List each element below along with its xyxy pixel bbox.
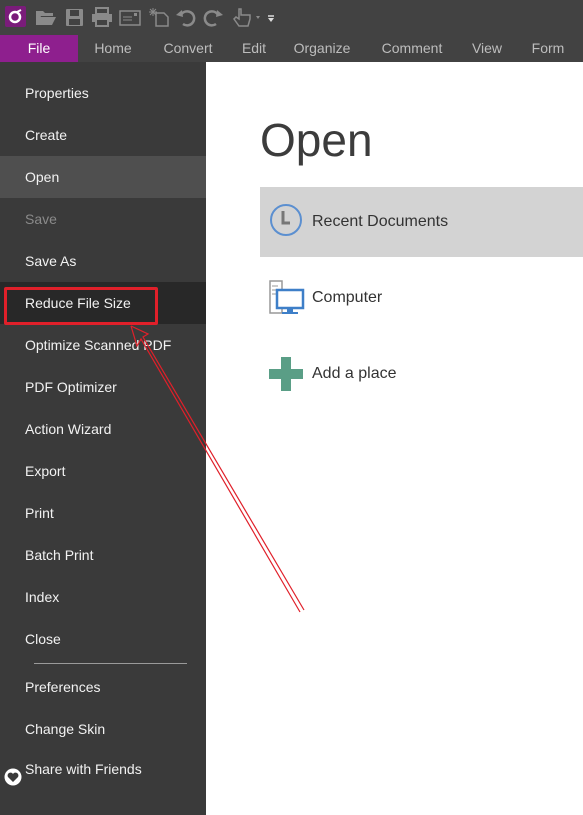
place-label: Add a place (312, 365, 397, 382)
sidebar-item-properties[interactable]: Properties (0, 72, 206, 114)
share-label: Share with Friends (25, 761, 142, 777)
title-bar: File Home Convert Edit Organize Comment … (0, 0, 583, 62)
save-icon[interactable] (64, 7, 86, 27)
sidebar-item-close[interactable]: Close (0, 618, 206, 660)
app-logo-icon[interactable] (5, 6, 26, 27)
sidebar-item-print[interactable]: Print (0, 492, 206, 534)
sidebar-item-create[interactable]: Create (0, 114, 206, 156)
tab-view[interactable]: View (467, 35, 507, 62)
print-icon[interactable] (91, 7, 113, 27)
undo-icon[interactable] (175, 7, 197, 27)
sidebar-divider (34, 663, 187, 664)
annotation-highlight-box (4, 287, 158, 325)
quick-access-toolbar (0, 0, 583, 34)
place-label: Computer (312, 289, 383, 306)
place-label: Recent Documents (312, 213, 449, 230)
place-computer[interactable]: Computer (260, 263, 583, 333)
page-title: Open (260, 114, 373, 166)
heart-icon (4, 760, 22, 786)
redo-icon[interactable] (202, 7, 224, 27)
tab-comment[interactable]: Comment (374, 35, 450, 62)
email-icon[interactable] (119, 7, 141, 27)
sidebar-item-preferences[interactable]: Preferences (0, 666, 206, 708)
tab-home[interactable]: Home (88, 35, 138, 62)
sidebar-item-index[interactable]: Index (0, 576, 206, 618)
main-panel (206, 62, 583, 815)
tab-convert[interactable]: Convert (156, 35, 220, 62)
tab-organize[interactable]: Organize (288, 35, 356, 62)
sidebar-item-save-as[interactable]: Save As (0, 240, 206, 282)
tab-edit[interactable]: Edit (236, 35, 272, 62)
sidebar-item-change-skin[interactable]: Change Skin (0, 708, 206, 750)
file-menu-sidebar: Properties Create Open Save Save As Redu… (0, 62, 206, 815)
open-folder-icon[interactable] (35, 7, 57, 27)
hand-tool-icon[interactable] (232, 7, 264, 27)
ribbon-tabs: File Home Convert Edit Organize Comment … (0, 35, 583, 62)
sidebar-item-pdf-optimizer[interactable]: PDF Optimizer (0, 366, 206, 408)
tab-file[interactable]: File (0, 35, 78, 62)
plus-icon (268, 355, 306, 393)
sidebar-item-share-with-friends[interactable]: Share with Friends (0, 748, 206, 790)
computer-icon (268, 279, 306, 317)
sidebar-item-open[interactable]: Open (0, 156, 206, 198)
place-add-a-place[interactable]: Add a place (260, 339, 583, 409)
sidebar-item-optimize-scanned-pdf[interactable]: Optimize Scanned PDF (0, 324, 206, 366)
new-document-icon[interactable] (148, 7, 170, 27)
sidebar-item-batch-print[interactable]: Batch Print (0, 534, 206, 576)
tab-form[interactable]: Form (525, 35, 571, 62)
sidebar-item-action-wizard[interactable]: Action Wizard (0, 408, 206, 450)
sidebar-item-export[interactable]: Export (0, 450, 206, 492)
sidebar-item-save[interactable]: Save (0, 198, 206, 240)
customize-toolbar-icon[interactable] (266, 7, 276, 27)
clock-icon (268, 203, 306, 241)
place-recent-documents[interactable]: Recent Documents (260, 187, 583, 257)
